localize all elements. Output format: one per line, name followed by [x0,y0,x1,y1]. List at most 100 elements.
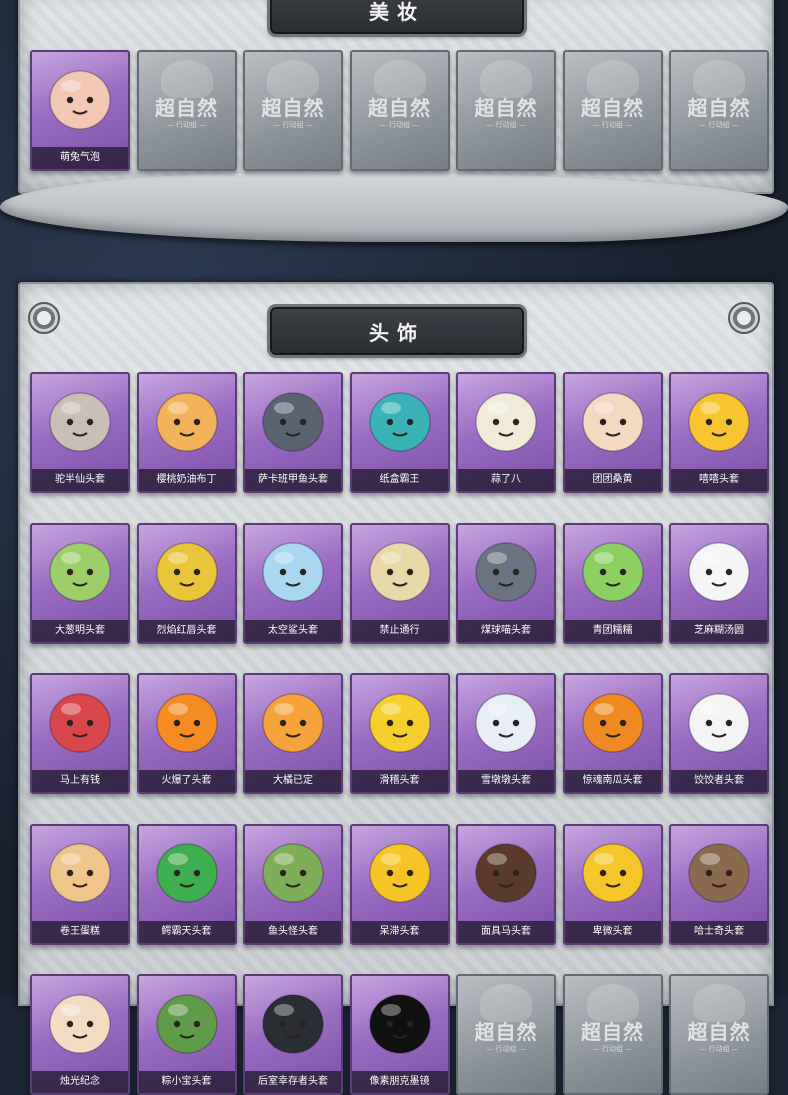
locked-item-card[interactable]: 超自然 — 行动组 — [562,50,663,171]
gray-cat-head-icon [475,542,537,603]
item-card[interactable]: 哈士奇头套 [669,823,769,945]
item-card[interactable]: 大橘已定 [243,673,343,794]
item-card[interactable]: 马上有钱 [30,673,130,794]
locked-logo-text: 超自然 [155,96,218,120]
locked-item-card[interactable]: 超自然 — 行动组 — [456,50,556,171]
dazed-emoji-head-icon [368,843,431,904]
item-card[interactable]: 后室幸存者头套 [243,974,343,1095]
item-card[interactable]: 鱼头怪头套 [243,823,343,945]
item-card[interactable]: 滑稽头套 [349,673,450,794]
item-card[interactable]: 呆滞头套 [349,823,450,945]
item-name-label: 青团糯糯 [564,619,661,642]
item-name-label: 哈士奇头套 [671,920,767,943]
red-horse-head-icon [49,693,111,753]
orange-slice-head-icon [262,693,324,753]
locked-item-card[interactable]: 超自然 — 行动组 — [669,50,769,171]
pixel-sunglasses-icon [368,994,431,1054]
locked-logo-text: 超自然 [261,96,325,120]
item-name-label: 面具马头套 [458,920,554,943]
locked-logo-subtext: — 行动组 — [592,121,633,129]
item-card[interactable]: 像素朋克墨镜 [349,974,450,1095]
item-name-label: 马上有钱 [32,770,128,792]
item-card[interactable]: 火爆了头套 [136,673,237,794]
item-card[interactable]: 太空鲨头套 [243,522,343,644]
item-name-label: 卷王蛋糕 [32,920,128,943]
locked-item-card[interactable]: 超自然 — 行动组 — [669,974,769,1095]
locked-logo-text: 超自然 [687,96,751,120]
item-card[interactable]: 雪墩墩头套 [456,673,556,794]
locked-logo-text: 超自然 [687,1020,751,1044]
item-name-label: 纸盒霸王 [351,469,448,491]
item-name-label: 粽小宝头套 [138,1071,235,1093]
item-card[interactable]: 嘻嘻头套 [669,372,769,493]
locked-item-card[interactable]: 超自然 — 行动组 — [349,50,450,171]
item-card[interactable]: 面具马头套 [456,823,556,945]
gas-mask-helmet-head-icon [262,994,324,1054]
item-name-label: 嘻嘻头套 [671,469,767,491]
item-card[interactable]: 芝麻糊汤圆 [669,522,769,644]
item-card[interactable]: 蒜了八 [456,372,556,493]
item-card[interactable]: 烛光纪念 [30,974,130,1095]
item-card[interactable]: 鳄霸天头套 [136,823,237,945]
locked-logo-subtext: — 行动组 — [699,1045,739,1053]
item-card[interactable]: 纸盒霸王 [349,372,450,493]
item-name-label: 蒜了八 [458,469,554,491]
locked-logo-text: 超自然 [368,96,431,120]
item-card[interactable]: 烈焰红唇头套 [136,522,237,644]
item-name-label: 大橘已定 [245,770,341,792]
husky-sunglasses-head-icon [688,843,750,904]
item-card[interactable]: 卷王蛋糕 [30,823,130,945]
ornament-right-icon [728,302,760,334]
item-card[interactable]: 大葱明头套 [30,522,130,644]
item-name-label: 鱼头怪头套 [245,920,341,943]
item-card[interactable]: 青团糯糯 [562,522,663,644]
locked-logo-subtext: — 行动组 — [592,1045,633,1053]
item-name-label: 烈焰红唇头套 [138,619,235,642]
locked-logo-text: 超自然 [474,96,538,120]
item-name-label: 像素朋克墨镜 [351,1071,448,1093]
item-card[interactable]: 樱桃奶油布丁 [136,372,237,493]
snowman-antlers-head-icon [475,693,537,753]
grinning-emoji-head-icon [688,392,750,452]
item-card[interactable]: 团团桑黄 [562,372,663,493]
bunny-bubble-face-icon [49,70,111,130]
item-name-label: 芝麻糊汤圆 [671,619,767,642]
traffic-cone-head-icon [368,542,431,603]
fire-sprite-head-icon [155,693,218,753]
item-name-label: 大葱明头套 [32,619,128,642]
item-card[interactable]: 卑微头套 [562,823,663,945]
alpaca-sunglasses-head-icon [49,392,111,452]
humble-emoji-head-icon [581,843,644,904]
item-name-label: 烛光纪念 [32,1071,128,1093]
crocodile-head-icon [155,843,218,904]
box-dinosaur-head-icon [368,392,431,452]
locked-logo-subtext: — 行动组 — [379,121,420,129]
scallion-head-icon [49,542,111,603]
item-name-label: 滑稽头套 [351,770,448,792]
candle-head-icon [49,994,111,1054]
locked-logo-text: 超自然 [581,1020,644,1044]
item-card[interactable]: 禁止通行 [349,522,450,644]
locked-item-card[interactable]: 超自然 — 行动组 — [456,974,556,1095]
locked-logo-subtext: — 行动组 — [486,121,526,129]
item-card[interactable]: 饺饺者头套 [669,673,769,794]
locked-item-card[interactable]: 超自然 — 行动组 — [136,50,237,171]
item-name-label: 萌兔气泡 [32,147,128,169]
item-card[interactable]: 驼半仙头套 [30,372,130,493]
makeup-section-title: 美妆 [270,0,524,34]
item-card[interactable]: 萌兔气泡 [30,50,130,171]
item-card[interactable]: 粽小宝头套 [136,974,237,1095]
item-card[interactable]: 惊魂南瓜头套 [562,673,663,794]
item-card[interactable]: 煤球喵头套 [456,522,556,644]
item-card[interactable]: 萨卡班甲鱼头套 [243,372,343,493]
makeup-grid: 萌兔气泡 超自然 — 行动组 — 超自然 — 行动组 — 超自然 — 行动组 — 超自然 — 行… [30,50,769,171]
locked-item-card[interactable]: 超自然 — 行动组 — [562,974,663,1095]
rice-dumpling-head-icon [688,542,750,603]
funny-face-emoji-head-icon [368,693,431,753]
item-name-label: 萨卡班甲鱼头套 [245,469,341,491]
item-name-label: 饺饺者头套 [671,770,767,792]
headwear-section-title: 头饰 [270,307,524,355]
locked-item-card[interactable]: 超自然 — 行动组 — [243,50,343,171]
locked-logo-subtext: — 行动组 — [486,1045,526,1053]
pumpkin-head-icon [581,693,644,753]
